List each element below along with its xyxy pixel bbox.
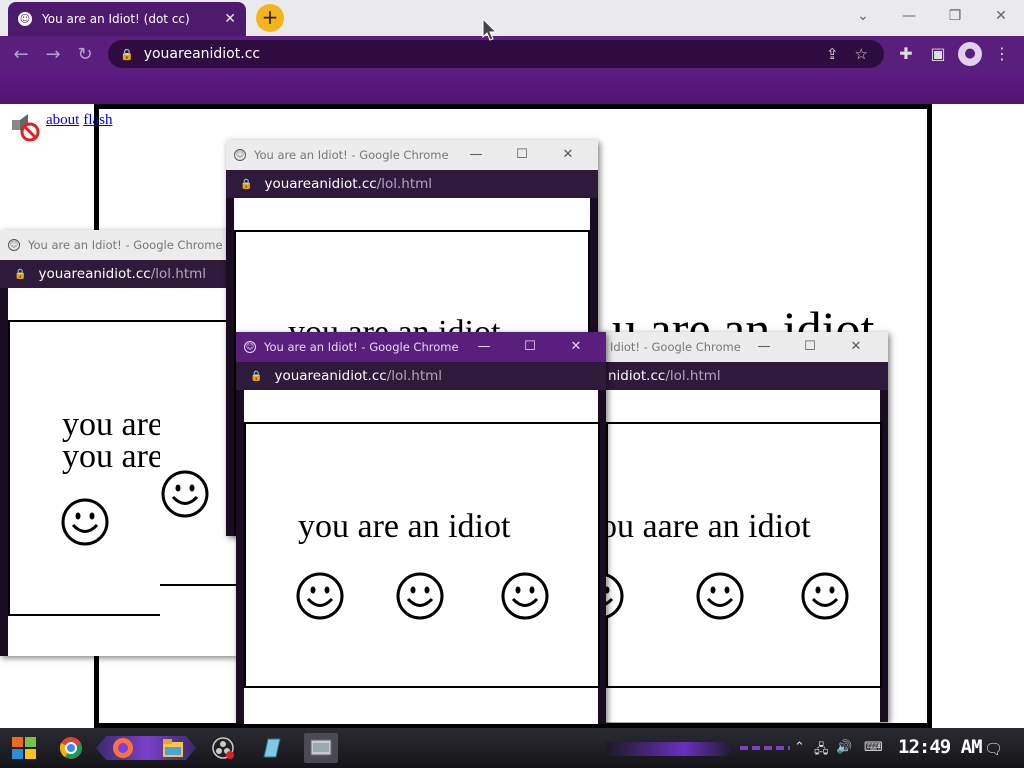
smiley-face-icon (501, 572, 549, 620)
side-panel-icon[interactable]: ▣ (926, 42, 950, 66)
file-explorer-taskbar-icon[interactable] (156, 733, 190, 763)
popup-domain: nidiot.cc (608, 368, 666, 384)
lock-icon: 🔒 (14, 268, 27, 280)
tab-close-icon[interactable]: ✕ (224, 11, 236, 27)
popup-title: You are an Idiot! - Google Chrome (264, 340, 459, 354)
address-url: youareanidiot.cc (143, 46, 261, 62)
taskbar-decoration (740, 746, 790, 750)
back-arrow-icon[interactable]: ← (10, 44, 32, 66)
popup-url-bar: 🔒 youareanidiot.cc/lol.html (0, 260, 236, 288)
popup-border (226, 198, 234, 536)
popup-path: /lol.html (386, 368, 443, 384)
taskbar-clock[interactable]: 12:49 AM (898, 736, 983, 758)
top-links: about flash (46, 112, 117, 129)
chrome-taskbar-icon[interactable] (54, 733, 88, 763)
popup-url-bar: 🔒 youareanidiot.cc/lol.html (236, 362, 606, 390)
popup-maximize-button[interactable]: ☐ (790, 332, 830, 362)
firefox-taskbar-icon[interactable] (106, 733, 140, 763)
popup-maximize-button[interactable]: ☐ (510, 332, 550, 362)
popup-minimize-button[interactable]: — (456, 140, 496, 170)
popup-window-right[interactable]: Idiot! - Google Chrome — ☐ ✕ nidiot.cc/l… (598, 332, 888, 722)
about-link[interactable]: about (46, 112, 79, 128)
popup-titlebar[interactable]: Idiot! - Google Chrome — ☐ ✕ (598, 332, 888, 362)
tab-title: You are an Idiot! (dot cc) (42, 12, 190, 26)
minimize-button[interactable]: — (889, 4, 929, 28)
network-icon[interactable]: 🖧 (814, 740, 829, 762)
popup-titlebar[interactable]: ☺ You are an Idiot! - Google Chrome — ☐ … (236, 332, 606, 362)
popup-titlebar[interactable]: ☺ You are an Idiot! - Google Chrome — ☐ … (226, 140, 598, 170)
popup-inner-frame-edge (160, 584, 240, 586)
app-taskbar-icon[interactable] (254, 733, 288, 763)
popup-titlebar[interactable]: ☺ You are an Idiot! - Google Chrome (0, 230, 236, 260)
popup-url-bar: nidiot.cc/lol.html (598, 362, 888, 390)
tab-search-icon[interactable]: ⌄ (843, 4, 883, 28)
smiley-face-icon (161, 470, 209, 518)
idiot-text: you are (62, 438, 164, 475)
browser-tab[interactable]: ☺ You are an Idiot! (dot cc) ✕ (8, 2, 246, 36)
popup-domain: youareanidiot.cc (274, 368, 387, 384)
flash-link[interactable]: flash (83, 112, 112, 128)
popup-body: ou aare an idiot (598, 390, 888, 722)
popup-path: /lol.html (665, 368, 721, 384)
popup-inner-frame (244, 422, 600, 688)
close-window-button[interactable]: ✕ (981, 4, 1021, 28)
popup-title: Idiot! - Google Chrome (610, 340, 741, 354)
extensions-puzzle-icon[interactable]: ✚ (894, 42, 918, 66)
popup-domain: youareanidiot.cc (264, 176, 377, 192)
lock-icon: 🔒 (120, 47, 134, 61)
smiley-favicon-icon: ☺ (234, 149, 246, 161)
popup-title: You are an Idiot! - Google Chrome (254, 148, 449, 162)
idiot-text: ou aare an idiot (600, 508, 811, 545)
popup-close-button[interactable]: ✕ (556, 332, 596, 362)
forward-arrow-icon[interactable]: → (42, 44, 64, 66)
popup-close-button[interactable]: ✕ (836, 332, 876, 362)
smiley-favicon-icon: ☺ (8, 239, 20, 251)
popup-path: /lol.html (376, 176, 433, 192)
smiley-face-icon (801, 572, 849, 620)
tray-overflow-icon[interactable]: ⌃ (794, 740, 805, 755)
flash-speaker-icon[interactable] (8, 110, 40, 142)
popup-minimize-button[interactable]: — (744, 332, 784, 362)
smiley-face-icon (61, 498, 109, 546)
share-icon[interactable]: ⇪ (826, 45, 839, 63)
smiley-favicon-icon: ☺ (18, 12, 32, 26)
popup-border (0, 288, 8, 656)
popup-domain: youareanidiot.cc (38, 266, 151, 282)
popup-window-front[interactable]: ☺ You are an Idiot! - Google Chrome — ☐ … (236, 332, 606, 724)
obs-taskbar-icon[interactable] (206, 733, 240, 763)
popup-inner-frame (606, 422, 882, 688)
taskbar-decoration (606, 742, 736, 756)
reload-icon[interactable]: ↻ (74, 44, 96, 66)
smiley-face-icon (696, 572, 744, 620)
volume-icon[interactable]: 🔊 (836, 740, 852, 755)
smiley-face-icon (396, 572, 444, 620)
mouse-cursor-icon (482, 18, 498, 41)
popup-border (236, 390, 244, 724)
lock-icon: 🔒 (240, 178, 253, 190)
smiley-favicon-icon: ☺ (244, 341, 256, 353)
popup-title: You are an Idiot! - Google Chrome (28, 238, 223, 252)
popup-url-bar: 🔒 youareanidiot.cc/lol.html (226, 170, 598, 198)
bookmark-star-icon[interactable]: ☆ (855, 45, 868, 63)
keyboard-icon[interactable]: ⌨ (864, 740, 883, 755)
popup-minimize-button[interactable]: — (464, 332, 504, 362)
popup-body: you are an idiot (236, 390, 606, 724)
popup-maximize-button[interactable]: ☐ (502, 140, 542, 170)
restore-button[interactable]: ❐ (935, 4, 975, 28)
idiot-text: you are an idiot (298, 508, 511, 545)
smiley-face-icon (296, 572, 344, 620)
lock-icon: 🔒 (250, 370, 263, 382)
menu-dots-icon[interactable]: ⋮ (990, 42, 1014, 66)
address-bar[interactable]: 🔒 youareanidiot.cc ⇪ ☆ (108, 40, 884, 68)
popup-close-button[interactable]: ✕ (548, 140, 588, 170)
new-tab-button[interactable]: + (256, 4, 284, 32)
popup-path: /lol.html (150, 266, 207, 282)
profile-avatar-icon[interactable]: ● (958, 42, 982, 66)
start-button-icon[interactable] (6, 733, 42, 763)
notification-icon[interactable]: 🗨 (984, 740, 1003, 758)
active-app-taskbar-icon[interactable] (304, 733, 338, 763)
